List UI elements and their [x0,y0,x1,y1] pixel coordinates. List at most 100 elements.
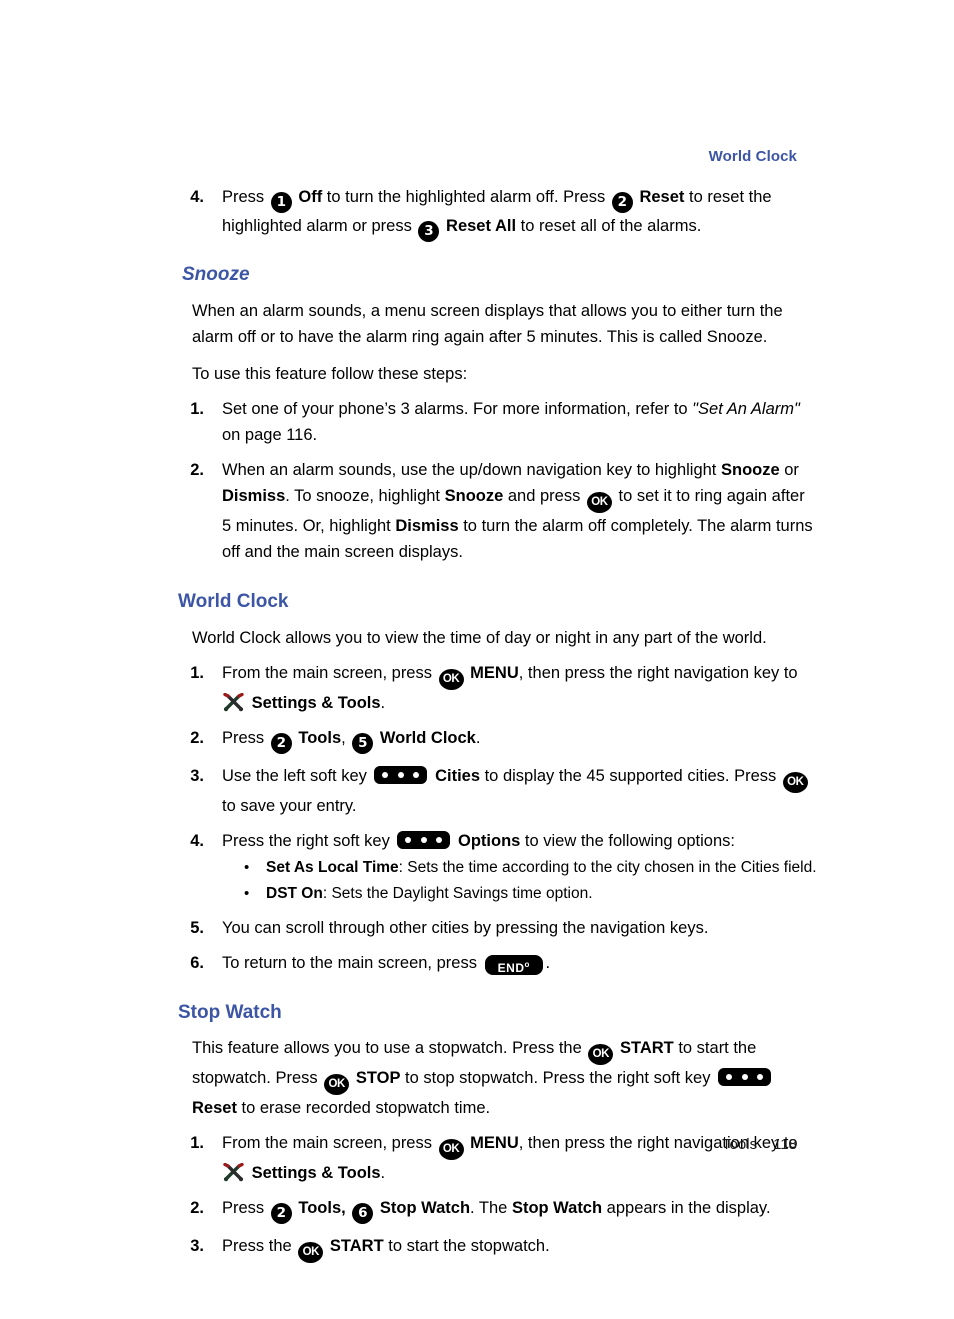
list-item: 6. To return to the main screen, press E… [178,950,818,976]
start-label: START [329,1237,384,1256]
footer-section-label: Tools [722,1136,758,1153]
step-text-part: to reset all of the alarms. [516,217,702,235]
option-description: : Sets the time according to the city ch… [398,858,817,876]
step-text-part [346,1199,351,1217]
list-text: DST On: Sets the Daylight Savings time o… [266,882,818,906]
settings-and-tools-icon [223,1163,244,1182]
ok-key-icon: OK [298,1242,324,1264]
reset-all-label: Reset All [446,217,517,235]
step-text-part: Set one of your phone’s 3 alarms. For mo… [222,399,693,418]
intro-text-part: to stop stopwatch. Press the right soft … [400,1069,716,1088]
step-text-part: . [475,728,481,747]
step-text-part: appears in the display. [602,1199,771,1218]
tools-label: Tools, [298,1199,346,1218]
list-text: To return to the main screen, press ENDo… [222,950,818,976]
alarm-steps-continued: 4. Press 1 Off to turn the highlighted a… [178,184,818,242]
stop-label: STOP [355,1069,401,1088]
cities-label: Cities [435,766,481,785]
stop-watch-label: Stop Watch [511,1199,603,1218]
ok-key-icon: OK [586,491,612,513]
list-item: 3. Press the OK START to start the stopw… [178,1233,818,1264]
options-label: Options [458,831,521,850]
end-key-label: END [497,960,525,975]
list-number: 1. [190,1134,204,1153]
option-description: : Sets the Daylight Savings time option. [322,884,593,902]
list-text: Press 2 Tools, 5 World Clock. [222,725,818,754]
list-number: 2. [190,728,204,747]
bullet-glyph: • [244,858,250,876]
list-item: 4. Press 1 Off to turn the highlighted a… [178,184,818,242]
list-item: 3. Use the left soft key Cities to displ… [178,763,818,819]
step-text-part: or [779,460,799,479]
snooze-intro-paragraph: When an alarm sounds, a menu screen disp… [192,301,783,346]
step-text-part: , then press the right navigation key to [518,663,798,682]
step-text-part: Press the [222,1237,297,1256]
list-number: 5. [190,918,204,937]
step-text-part: . [380,693,386,712]
step-text-part: to turn the highlighted alarm off. Press [322,188,610,206]
step-text-part: To return to the main screen, press [222,953,482,972]
reset-label: Reset [639,188,685,206]
list-text: From the main screen, press OK MENU, the… [222,660,818,716]
page-content: 4. Press 1 Off to turn the highlighted a… [178,175,818,1264]
step-text-part: on page 116. [222,425,318,444]
step-text-part: Press [222,728,269,747]
running-header: World Clock [708,148,797,165]
heading-world-clock: World Clock [178,590,289,612]
list-item: • Set As Local Time: Sets the time accor… [244,856,818,880]
list-number: 3. [190,1237,204,1256]
key-2-icon: 2 [611,192,633,213]
settings-and-tools-label: Settings & Tools [251,693,381,712]
dismiss-label: Dismiss [395,516,459,535]
bullet-glyph: • [244,884,250,902]
ok-key-icon: OK [588,1044,614,1066]
ok-key-icon: OK [324,1074,350,1096]
step-text-part: From the main screen, press [222,663,437,682]
step-text-part: Use the left soft key [222,766,372,785]
dst-on-label: DST On [266,884,323,902]
list-number: 4. [190,188,204,206]
snooze-leadin-paragraph: To use this feature follow these steps: [192,364,468,383]
footer-page-number: 118 [773,1136,797,1153]
off-label: Off [298,188,323,206]
step-text-part: to display the 45 supported cities. Pres… [480,766,781,785]
step-text-part: When an alarm sounds, use the up/down na… [222,460,721,479]
key-1-icon: 1 [270,192,292,213]
heading-snooze: Snooze [182,264,250,285]
reset-label: Reset [192,1099,237,1118]
cross-reference-link[interactable]: "Set An Alarm" [692,400,800,418]
list-item: 4. Press the right soft key Options to v… [178,828,818,854]
list-item: 2. Press 2 Tools, 6 Stop Watch. The Stop… [178,1195,818,1225]
settings-and-tools-label: Settings & Tools [251,1164,381,1183]
step-text-part: . To snooze, highlight [285,486,445,505]
soft-key-icon [397,830,451,849]
list-text: You can scroll through other cities by p… [222,918,709,937]
list-text: Press the OK START to start the stopwatc… [222,1233,818,1264]
ok-key-icon: OK [438,1139,464,1161]
step-text-part: Press the right soft key [222,831,395,850]
list-number: 2. [190,460,204,479]
world-clock-label: World Clock [379,728,476,747]
list-number: 2. [190,1199,204,1218]
ok-key-icon: OK [782,771,808,793]
step-text-part: , [341,728,351,747]
heading-stop-watch: Stop Watch [178,1001,282,1023]
list-number: 3. [190,766,204,785]
snooze-label: Snooze [720,460,780,479]
end-key-superscript: o [524,959,530,969]
tools-label: Tools [298,728,342,747]
list-item: 2. When an alarm sounds, use the up/down… [178,457,818,565]
step-text-part: Press [222,188,269,206]
list-number: 1. [190,663,204,682]
intro-text-part: This feature allows you to use a stopwat… [192,1039,587,1058]
snooze-steps: 1. Set one of your phone’s 3 alarms. For… [178,396,818,565]
soft-key-icon [374,765,428,784]
page-footer: Tools 118 [722,1136,797,1153]
stop-watch-label: Stop Watch [379,1199,471,1218]
step-text-part: and press [503,486,585,505]
settings-and-tools-icon [223,692,244,712]
key-2-icon: 2 [270,1203,292,1225]
step-text-part: Press [222,1199,269,1218]
list-text: Use the left soft key Cities to display … [222,763,818,819]
key-6-icon: 6 [352,1203,374,1225]
